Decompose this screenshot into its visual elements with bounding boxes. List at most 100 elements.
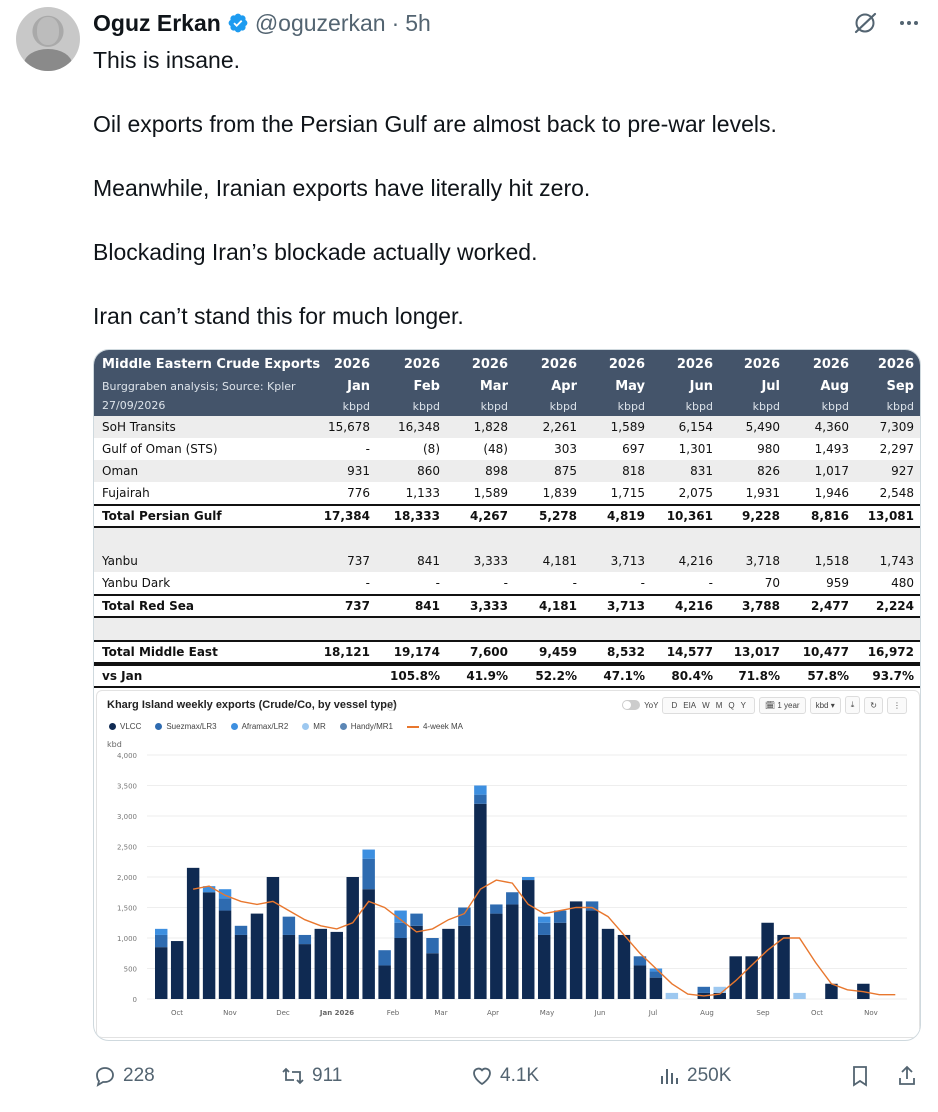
table-cell: 105.8% xyxy=(390,669,440,683)
bar-segment xyxy=(250,913,264,999)
table-cell: 1,589 xyxy=(473,486,508,500)
table-cell: 8,532 xyxy=(607,645,645,659)
range-selector[interactable]: 🗓 1 year xyxy=(758,696,806,714)
repost-icon xyxy=(282,1067,304,1085)
table-cell: 1,589 xyxy=(610,420,645,434)
freq-option[interactable]: W xyxy=(702,701,710,710)
table-cell: 3,713 xyxy=(610,554,645,568)
row-label: Oman xyxy=(102,464,139,478)
table-cell: 1,839 xyxy=(542,486,577,500)
share-button[interactable] xyxy=(896,1064,918,1088)
repost-button[interactable]: 911 xyxy=(280,1064,342,1088)
freq-option[interactable]: EIA xyxy=(683,701,696,710)
bar-segment xyxy=(394,922,407,938)
row-label: vs Jan xyxy=(102,669,143,683)
table-cell: 931 xyxy=(347,464,370,478)
table-cell: 1,743 xyxy=(879,554,914,568)
table-cell: 2,261 xyxy=(542,420,577,434)
table-cell: 737 xyxy=(347,554,370,568)
header-mo: Apr xyxy=(551,379,577,394)
table-cell: 1,946 xyxy=(814,486,849,500)
yoy-toggle[interactable] xyxy=(622,700,641,710)
bar-segment xyxy=(218,898,232,911)
kharg-chart: Kharg Island weekly exports (Crude/Co, b… xyxy=(96,690,920,1038)
avatar[interactable] xyxy=(16,7,80,71)
x-tick-label: Nov xyxy=(223,1009,237,1017)
frequency-selector[interactable]: D EIA W M Q Y xyxy=(662,696,755,714)
table-cell xyxy=(310,666,370,686)
table-cell: 18,121 xyxy=(323,645,370,659)
table-cell: 18,333 xyxy=(393,509,440,523)
table-date: 27/09/2026 xyxy=(102,399,166,412)
grok-icon[interactable] xyxy=(852,10,878,36)
header-mo: Aug xyxy=(820,379,849,394)
table-cell: 10,477 xyxy=(802,645,849,659)
legend-item[interactable]: Suezmax/LR3 xyxy=(155,722,217,731)
exports-table: Middle Eastern Crude Exports Burggraben … xyxy=(94,350,920,688)
table-cell: 3,788 xyxy=(742,599,780,613)
views-button[interactable]: 250K xyxy=(659,1064,731,1088)
bar-segment xyxy=(218,910,232,999)
bar-segment xyxy=(458,907,471,926)
table-cell: 1,518 xyxy=(814,554,849,568)
legend-label: MR xyxy=(313,722,326,731)
header-yr: 2026 xyxy=(333,357,370,372)
table-cell xyxy=(585,618,645,640)
reply-button[interactable]: 228 xyxy=(93,1064,155,1088)
freq-option[interactable]: Q xyxy=(728,701,734,710)
unit-selector[interactable]: kbd ▾ xyxy=(809,696,841,714)
y-tick-label: 1,000 xyxy=(117,935,137,943)
row-label: Total Persian Gulf xyxy=(102,509,222,523)
y-tick-label: 1,500 xyxy=(117,905,137,913)
table-cell: 1,931 xyxy=(745,486,780,500)
download-icon[interactable]: ⤓ xyxy=(844,696,861,714)
y-tick-label: 4,000 xyxy=(117,752,137,760)
table-body: SoH Transits 15,678 16,348 1,828 2,261 1,589 6… xyxy=(94,416,920,688)
bookmark-button[interactable] xyxy=(849,1064,871,1088)
freq-option[interactable]: M xyxy=(716,701,723,710)
refresh-icon[interactable]: ↻ xyxy=(864,696,883,714)
bar-segment xyxy=(362,858,375,890)
legend-item[interactable]: MR xyxy=(302,722,326,731)
bar-segment xyxy=(410,913,423,926)
table-cell: 4,267 xyxy=(470,509,508,523)
table-cell: 480 xyxy=(891,576,914,590)
like-button[interactable]: 4.1K xyxy=(470,1064,539,1088)
table-cell: - xyxy=(503,576,508,590)
kebab-menu-icon[interactable]: ⋮ xyxy=(887,696,907,714)
header-un: kbpd xyxy=(480,400,508,413)
bar-segment xyxy=(553,922,567,999)
x-tick-label: Oct xyxy=(811,1009,823,1017)
timestamp[interactable]: 5h xyxy=(405,10,431,37)
bar-segment xyxy=(793,992,806,999)
table-cell: - xyxy=(572,576,577,590)
author-handle[interactable]: @oguzerkan xyxy=(255,10,386,37)
bar-segment xyxy=(362,849,375,859)
bar-segment xyxy=(777,934,790,999)
bar-segment xyxy=(442,928,455,999)
legend-item[interactable]: Handy/MR1 xyxy=(339,722,393,731)
table-cell xyxy=(310,618,370,640)
table-cell xyxy=(448,528,508,550)
freq-option[interactable]: D xyxy=(671,701,677,710)
legend-item[interactable]: 4-week MA xyxy=(406,722,463,731)
row-label: Fujairah xyxy=(102,486,150,500)
table-cell: - xyxy=(365,576,370,590)
author-name[interactable]: Oguz Erkan xyxy=(93,10,221,37)
bar-segment xyxy=(426,938,439,954)
legend-swatch xyxy=(109,723,116,730)
bar-segment xyxy=(170,941,184,999)
table-cell: 1,133 xyxy=(405,486,440,500)
bar-segment xyxy=(490,913,503,999)
y-tick-label: 3,000 xyxy=(117,813,137,821)
info-icon[interactable]: ⓘ xyxy=(387,700,396,713)
legend-item[interactable]: VLCC xyxy=(109,722,141,731)
table-cell: 841 xyxy=(417,554,440,568)
more-options-icon[interactable] xyxy=(898,12,920,34)
freq-option[interactable]: Y xyxy=(741,701,746,710)
table-cell: 841 xyxy=(414,599,440,613)
tweet-media[interactable]: Middle Eastern Crude Exports Burggraben … xyxy=(93,349,921,1041)
yoy-label: YoY xyxy=(644,700,659,710)
header-yr: 2026 xyxy=(676,357,713,372)
legend-item[interactable]: Aframax/LR2 xyxy=(230,722,288,731)
